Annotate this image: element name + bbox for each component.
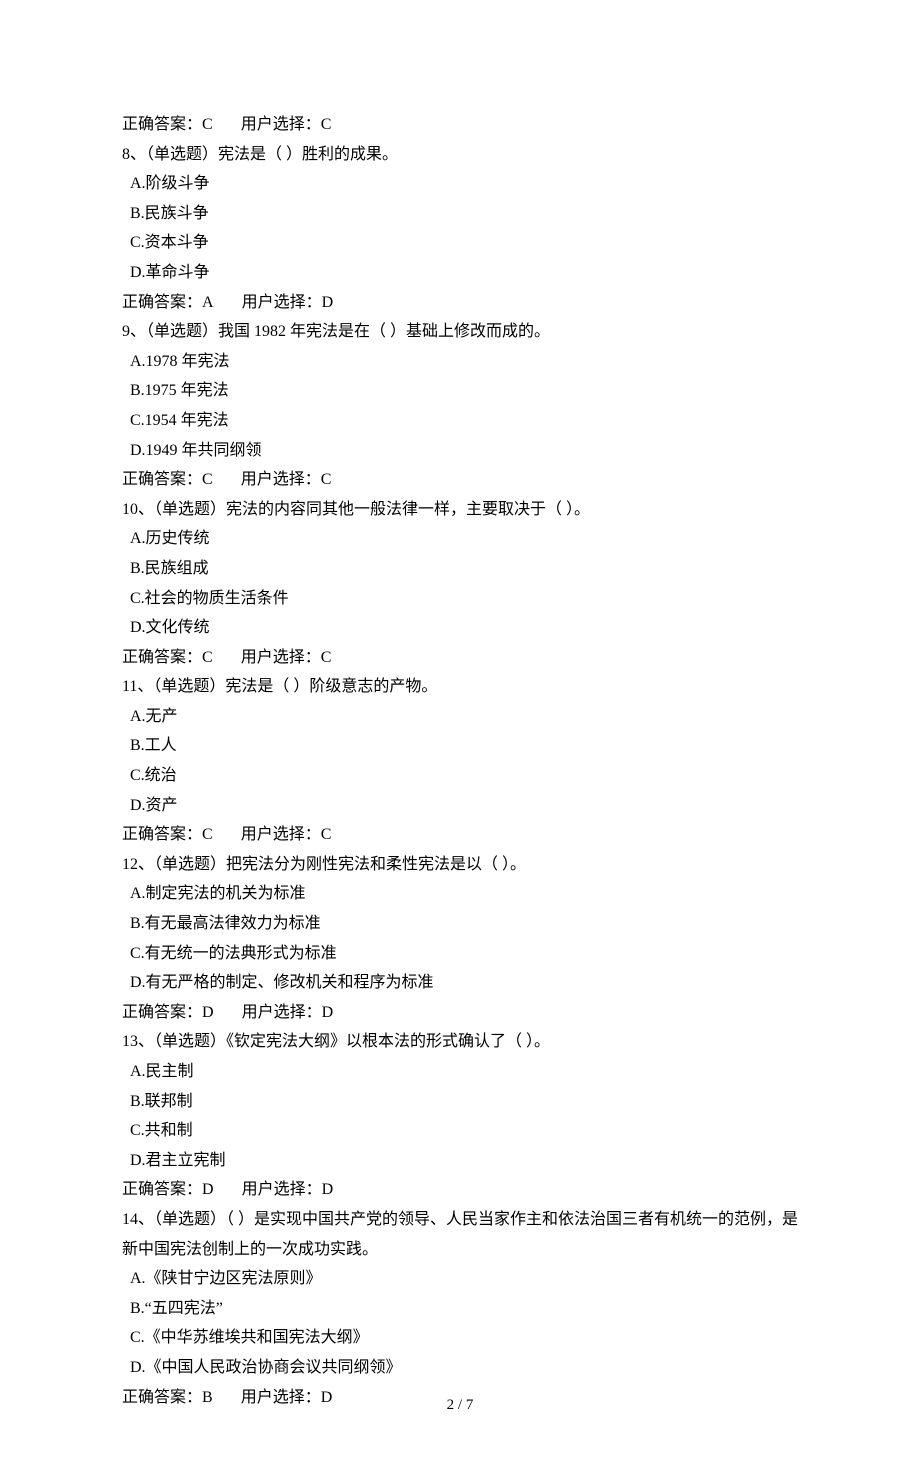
q11-option-d: D.资产 — [122, 791, 798, 821]
correct-answer-value: C — [202, 471, 213, 488]
q11-answer-line: 正确答案：C用户选择：C — [122, 820, 798, 850]
correct-answer-label: 正确答案： — [122, 471, 202, 488]
page-number: 2 / 7 — [0, 1392, 920, 1420]
user-choice-value: D — [322, 1181, 334, 1198]
correct-answer-value: D — [202, 1004, 214, 1021]
user-choice-label: 用户选择： — [241, 116, 321, 133]
q12-option-d: D.有无严格的制定、修改机关和程序为标准 — [122, 968, 798, 998]
correct-answer-value: C — [202, 826, 213, 843]
q10-option-a: A.历史传统 — [122, 524, 798, 554]
q10-answer-line: 正确答案：C用户选择：C — [122, 643, 798, 673]
user-choice-label: 用户选择： — [241, 471, 321, 488]
q9-option-a: A.1978 年宪法 — [122, 347, 798, 377]
correct-answer-value: C — [202, 116, 213, 133]
q13-option-d: D.君主立宪制 — [122, 1146, 798, 1176]
q12-option-a: A.制定宪法的机关为标准 — [122, 879, 798, 909]
correct-answer-label: 正确答案： — [122, 116, 202, 133]
user-choice-label: 用户选择： — [242, 1181, 322, 1198]
q9-option-c: C.1954 年宪法 — [122, 406, 798, 436]
correct-answer-label: 正确答案： — [122, 294, 202, 311]
correct-answer-label: 正确答案： — [122, 1181, 202, 1198]
q8-option-c: C.资本斗争 — [122, 228, 798, 258]
q13-answer-line: 正确答案：D用户选择：D — [122, 1175, 798, 1205]
q12-option-b: B.有无最高法律效力为标准 — [122, 909, 798, 939]
q14-option-b: B.“五四宪法” — [122, 1294, 798, 1324]
q11-option-b: B.工人 — [122, 731, 798, 761]
q14-stem: 14、（单选题）（ ）是实现中国共产党的领导、人民当家作主和依法治国三者有机统一… — [122, 1205, 798, 1264]
q10-option-d: D.文化传统 — [122, 613, 798, 643]
q8-option-a: A.阶级斗争 — [122, 169, 798, 199]
q9-option-d: D.1949 年共同纲领 — [122, 436, 798, 466]
q12-stem: 12、（单选题）把宪法分为刚性宪法和柔性宪法是以（ ）。 — [122, 850, 798, 880]
user-choice-label: 用户选择： — [241, 826, 321, 843]
user-choice-value: C — [321, 826, 332, 843]
q14-option-a: A.《陕甘宁边区宪法原则》 — [122, 1264, 798, 1294]
q8-stem: 8、（单选题）宪法是（ ）胜利的成果。 — [122, 140, 798, 170]
correct-answer-value: D — [202, 1181, 214, 1198]
user-choice-value: C — [321, 649, 332, 666]
user-choice-value: D — [322, 294, 334, 311]
q13-option-c: C.共和制 — [122, 1116, 798, 1146]
q10-stem: 10、（单选题）宪法的内容同其他一般法律一样，主要取决于（ ）。 — [122, 495, 798, 525]
q7-answer-line: 正确答案：C用户选择：C — [122, 110, 798, 140]
document-page: 正确答案：C用户选择：C 8、（单选题）宪法是（ ）胜利的成果。 A.阶级斗争 … — [0, 0, 920, 1472]
q8-option-d: D.革命斗争 — [122, 258, 798, 288]
q9-answer-line: 正确答案：C用户选择：C — [122, 465, 798, 495]
user-choice-label: 用户选择： — [242, 294, 322, 311]
q8-option-b: B.民族斗争 — [122, 199, 798, 229]
q14-option-c: C.《中华苏维埃共和国宪法大纲》 — [122, 1323, 798, 1353]
q11-option-a: A.无产 — [122, 702, 798, 732]
q11-option-c: C.统治 — [122, 761, 798, 791]
q9-stem: 9、（单选题）我国 1982 年宪法是在（ ）基础上修改而成的。 — [122, 317, 798, 347]
user-choice-label: 用户选择： — [242, 1004, 322, 1021]
q12-option-c: C.有无统一的法典形式为标准 — [122, 939, 798, 969]
user-choice-label: 用户选择： — [241, 649, 321, 666]
q14-option-d: D.《中国人民政治协商会议共同纲领》 — [122, 1353, 798, 1383]
correct-answer-label: 正确答案： — [122, 1004, 202, 1021]
q12-answer-line: 正确答案：D用户选择：D — [122, 998, 798, 1028]
q10-option-b: B.民族组成 — [122, 554, 798, 584]
q8-answer-line: 正确答案：A 用户选择：D — [122, 288, 798, 318]
q13-option-b: B.联邦制 — [122, 1087, 798, 1117]
user-choice-value: C — [321, 471, 332, 488]
correct-answer-value: C — [202, 649, 213, 666]
correct-answer-value: A — [202, 294, 214, 311]
q9-option-b: B.1975 年宪法 — [122, 376, 798, 406]
q10-option-c: C.社会的物质生活条件 — [122, 584, 798, 614]
correct-answer-label: 正确答案： — [122, 649, 202, 666]
correct-answer-label: 正确答案： — [122, 826, 202, 843]
user-choice-value: C — [321, 116, 332, 133]
q13-option-a: A.民主制 — [122, 1057, 798, 1087]
q11-stem: 11、（单选题）宪法是（ ）阶级意志的产物。 — [122, 672, 798, 702]
user-choice-value: D — [322, 1004, 334, 1021]
q13-stem: 13、（单选题）《钦定宪法大纲》以根本法的形式确认了（ ）。 — [122, 1027, 798, 1057]
